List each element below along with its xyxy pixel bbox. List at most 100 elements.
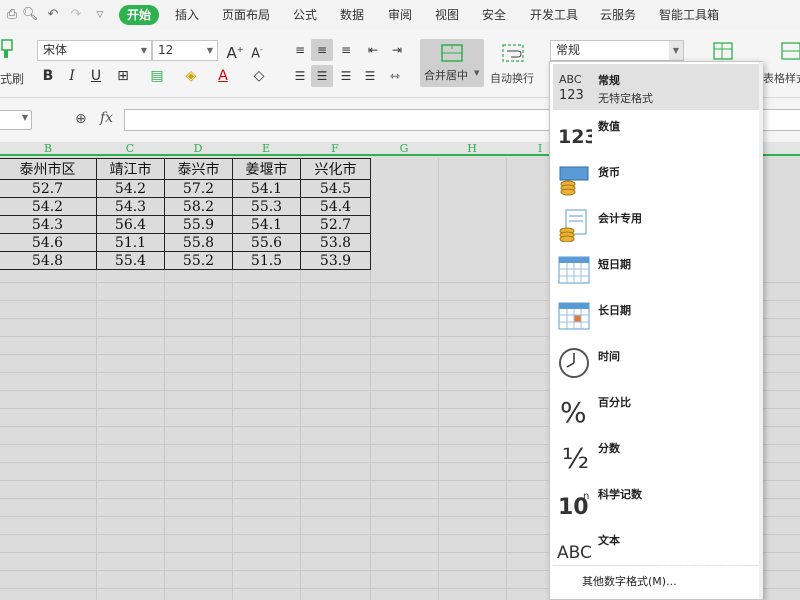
number-format-select[interactable]: 常规 ▼ <box>550 40 684 61</box>
tab-home[interactable]: 开始 <box>119 5 160 25</box>
column-header-c[interactable]: C <box>96 142 164 156</box>
wrap-text-label[interactable]: 自动换行 <box>490 70 534 86</box>
svg-text:n: n <box>583 491 589 502</box>
table-cell[interactable]: 51.5 <box>232 251 301 270</box>
format-option-general[interactable]: ABC 123 常规 无特定格式 <box>553 64 759 110</box>
table-cell[interactable]: 兴化市 <box>300 158 371 180</box>
customize-quick-access-icon[interactable]: ▽ <box>92 7 108 23</box>
align-left-icon[interactable]: ☰ <box>289 65 311 87</box>
name-box[interactable]: ▼ <box>0 110 32 130</box>
format-option-accounting[interactable]: 会计专用 <box>553 202 759 248</box>
table-cell[interactable]: 54.6 <box>0 233 97 252</box>
merge-center-button[interactable]: 合并居中 ▼ <box>420 39 484 87</box>
tab-developer[interactable]: 开发工具 <box>530 0 578 30</box>
tab-formulas[interactable]: 公式 <box>293 0 317 30</box>
decrease-indent-icon[interactable]: ⇤ <box>362 39 384 61</box>
align-top-icon[interactable]: ≡ <box>289 39 311 61</box>
distributed-align-icon[interactable]: ⇿ <box>384 65 406 87</box>
accounting-icon <box>559 209 587 242</box>
font-size-select[interactable]: 12 ▼ <box>152 40 218 61</box>
chevron-down-icon: ▼ <box>140 46 148 55</box>
format-painter-icon[interactable] <box>0 36 22 60</box>
fill-color-icon[interactable]: ◈ <box>180 65 202 87</box>
table-cell[interactable]: 52.7 <box>0 179 97 198</box>
fx-button[interactable]: fx <box>100 110 113 126</box>
decrease-font-icon[interactable]: A- <box>246 39 268 61</box>
format-painter-label[interactable]: 式刷 <box>0 70 24 87</box>
align-bottom-icon[interactable]: ≡ <box>335 39 357 61</box>
table-cell[interactable]: 55.6 <box>232 233 301 252</box>
menu-bar: ⎙ 🔍︎ ↶ ↷ ▽ 开始 插入 页面布局 公式 数据 审阅 视图 安全 开发工… <box>0 0 800 30</box>
table-cell[interactable]: 55.3 <box>232 197 301 216</box>
table-style-label[interactable]: 表格样式 <box>763 70 800 86</box>
font-name-select[interactable]: 宋体 ▼ <box>37 40 152 61</box>
redo-icon[interactable]: ↷ <box>68 7 84 23</box>
format-option-fraction[interactable]: ½ 分数 <box>553 432 759 478</box>
italic-button[interactable]: I <box>61 65 83 87</box>
table-cell[interactable]: 55.4 <box>96 251 165 270</box>
format-option-currency[interactable]: 货币 <box>553 156 759 202</box>
border-icon[interactable]: ⊞ <box>112 65 134 87</box>
zoom-search-icon[interactable]: ⊕ <box>75 111 87 127</box>
font-color-icon[interactable]: A <box>212 65 234 87</box>
tab-smart-toolbox[interactable]: 智能工具箱 <box>659 0 719 30</box>
tab-page-layout[interactable]: 页面布局 <box>222 0 270 30</box>
tab-view[interactable]: 视图 <box>435 0 459 30</box>
table-cell[interactable]: 54.8 <box>0 251 97 270</box>
table-cell[interactable]: 55.8 <box>164 233 233 252</box>
table-cell[interactable]: 54.2 <box>96 179 165 198</box>
align-middle-icon[interactable]: ≡ <box>311 39 333 61</box>
tab-cloud[interactable]: 云服务 <box>600 0 636 30</box>
tab-security[interactable]: 安全 <box>482 0 506 30</box>
table-cell[interactable]: 54.1 <box>232 215 301 234</box>
format-option-long-date[interactable]: 长日期 <box>553 294 759 340</box>
table-cell[interactable]: 51.1 <box>96 233 165 252</box>
table-cell[interactable]: 52.7 <box>300 215 371 234</box>
undo-icon[interactable]: ↶ <box>45 7 61 23</box>
table-cell[interactable]: 54.1 <box>232 179 301 198</box>
more-number-formats-link[interactable]: 其他数字格式(M)... <box>582 573 677 589</box>
table-cell[interactable]: 53.9 <box>300 251 371 270</box>
cell-fill-icon[interactable]: ▤ <box>146 65 168 87</box>
print-preview-icon[interactable]: 🔍︎ <box>22 7 39 23</box>
increase-font-icon[interactable]: A+ <box>224 39 246 62</box>
table-cell[interactable]: 56.4 <box>96 215 165 234</box>
table-cell[interactable]: 54.4 <box>300 197 371 216</box>
format-option-time[interactable]: 时间 <box>553 340 759 386</box>
table-cell[interactable]: 54.3 <box>96 197 165 216</box>
column-header-h[interactable]: H <box>438 142 506 156</box>
column-header-f[interactable]: F <box>300 142 370 156</box>
align-center-icon[interactable]: ☰ <box>311 65 333 87</box>
table-cell[interactable]: 58.2 <box>164 197 233 216</box>
align-right-icon[interactable]: ☰ <box>335 65 357 87</box>
justify-icon[interactable]: ☰ <box>359 65 381 87</box>
table-cell[interactable]: 55.2 <box>164 251 233 270</box>
clear-format-icon[interactable]: ◇ <box>248 65 270 87</box>
format-option-short-date[interactable]: 短日期 <box>553 248 759 294</box>
table-cell[interactable]: 54.2 <box>0 197 97 216</box>
column-header-e[interactable]: E <box>232 142 300 156</box>
table-cell[interactable]: 57.2 <box>164 179 233 198</box>
table-cell[interactable]: 54.5 <box>300 179 371 198</box>
table-cell[interactable]: 姜堰市 <box>232 158 301 180</box>
table-cell[interactable]: 靖江市 <box>96 158 165 180</box>
increase-indent-icon[interactable]: ⇥ <box>386 39 408 61</box>
tab-insert[interactable]: 插入 <box>175 0 199 30</box>
table-cell[interactable]: 泰兴市 <box>164 158 233 180</box>
underline-button[interactable]: U <box>85 65 107 87</box>
tab-data[interactable]: 数据 <box>340 0 364 30</box>
column-header-b[interactable]: B <box>0 142 96 156</box>
column-header-d[interactable]: D <box>164 142 232 156</box>
cell-style-icon[interactable] <box>780 40 800 64</box>
format-option-percent[interactable]: % 百分比 <box>553 386 759 432</box>
bold-button[interactable]: B <box>37 65 59 87</box>
format-option-number[interactable]: 123 数值 <box>553 110 759 156</box>
tab-review[interactable]: 审阅 <box>388 0 412 30</box>
table-cell[interactable]: 53.8 <box>300 233 371 252</box>
print-icon[interactable]: ⎙ <box>4 7 20 23</box>
table-cell[interactable]: 54.3 <box>0 215 97 234</box>
table-cell[interactable]: 泰州市区 <box>0 158 97 180</box>
wrap-text-icon[interactable] <box>500 42 526 64</box>
table-cell[interactable]: 55.9 <box>164 215 233 234</box>
column-header-g[interactable]: G <box>370 142 438 156</box>
